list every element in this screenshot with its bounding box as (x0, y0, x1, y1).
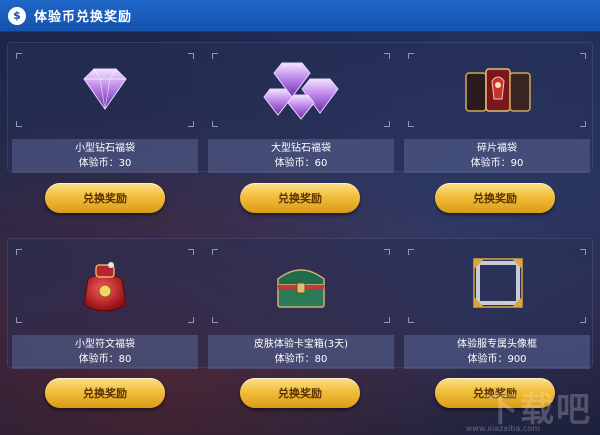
redeem-button-fragment[interactable]: 兑换奖励 (435, 183, 555, 213)
large-diamond-icon (263, 62, 339, 120)
reward-cost: 体验币：90 (470, 158, 524, 169)
reward-image (12, 239, 198, 335)
reward-card-small-diamond: 小型钻石福袋 体验币：30 (12, 43, 198, 173)
reward-label: 小型钻石福袋 体验币：30 (12, 139, 198, 173)
reward-label: 碎片福袋 体验币：90 (404, 139, 590, 173)
reward-image (404, 239, 590, 335)
fragment-bag-icon (465, 68, 531, 112)
page-title: 体验币兑换奖励 (34, 10, 133, 25)
reward-image (404, 43, 590, 139)
money-bag-icon: $ (8, 6, 26, 25)
reward-cost: 体验币：900 (467, 354, 527, 365)
treasure-chest-icon (277, 269, 325, 308)
reward-name: 大型钻石福袋 (271, 143, 331, 154)
reward-label: 大型钻石福袋 体验币：60 (208, 139, 394, 173)
redeem-button-large-diamond[interactable]: 兑换奖励 (240, 183, 360, 213)
reward-cost: 体验币：80 (78, 354, 132, 365)
reward-label: 体验服专属头像框 体验币：900 (404, 335, 590, 369)
reward-image (208, 43, 394, 139)
reward-name: 体验服专属头像框 (457, 339, 537, 350)
reward-row-1: 小型钻石福袋 体验币：30 大型钻石福袋 体验币：60 碎片福袋 体验币：90 (7, 42, 593, 173)
rune-bag-icon (83, 262, 127, 312)
redeem-button-treasure-chest[interactable]: 兑换奖励 (240, 378, 360, 408)
reward-cost: 体验币：30 (78, 158, 132, 169)
reward-name: 小型钻石福袋 (75, 143, 135, 154)
reward-image (208, 239, 394, 335)
redeem-button-rune-bag[interactable]: 兑换奖励 (45, 378, 165, 408)
watermark-url: www.xiazaiba.com (465, 424, 540, 433)
reward-card-fragment: 碎片福袋 体验币：90 (404, 43, 590, 173)
reward-cost: 体验币：60 (274, 158, 328, 169)
reward-row-2: 小型符文福袋 体验币：80 皮肤体验卡宝箱(3天) 体验币：80 体验服专属头像… (7, 238, 593, 369)
reward-image (12, 43, 198, 139)
reward-card-rune-bag: 小型符文福袋 体验币：80 (12, 239, 198, 369)
reward-card-treasure-chest: 皮肤体验卡宝箱(3天) 体验币：80 (208, 239, 394, 369)
small-diamond-icon (83, 68, 127, 110)
reward-name: 碎片福袋 (477, 143, 517, 154)
reward-label: 小型符文福袋 体验币：80 (12, 335, 198, 369)
redeem-button-small-diamond[interactable]: 兑换奖励 (45, 183, 165, 213)
reward-card-avatar-frame: 体验服专属头像框 体验币：900 (404, 239, 590, 369)
reward-label: 皮肤体验卡宝箱(3天) 体验币：80 (208, 335, 394, 369)
reward-name: 皮肤体验卡宝箱(3天) (253, 339, 349, 350)
reward-cost: 体验币：80 (274, 354, 328, 365)
reward-card-large-diamond: 大型钻石福袋 体验币：60 (208, 43, 394, 173)
header-bar: $ 体验币兑换奖励 (0, 0, 600, 32)
reward-name: 小型符文福袋 (75, 339, 135, 350)
avatar-frame-icon (473, 258, 523, 308)
